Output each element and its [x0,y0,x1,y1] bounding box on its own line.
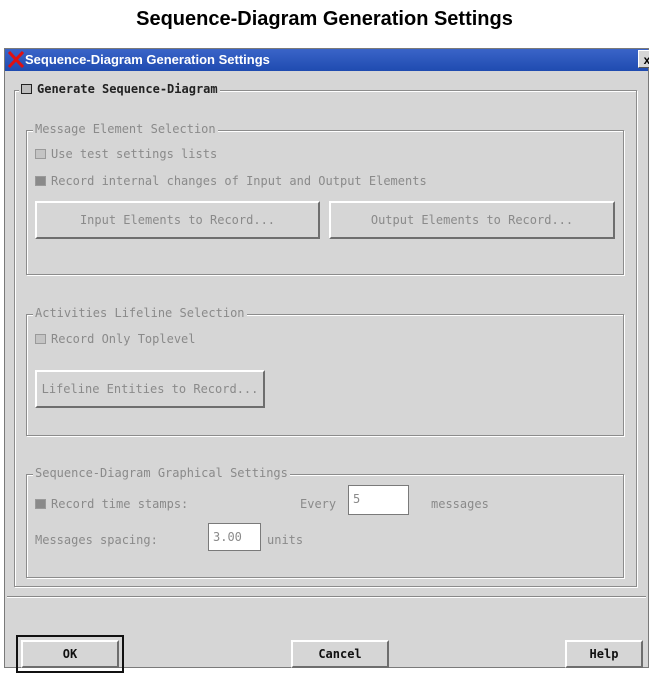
record-timestamps-box[interactable] [35,498,46,509]
record-internal-label: Record internal changes of Input and Out… [51,174,427,188]
ok-button[interactable]: OK [21,640,119,668]
record-timestamps-checkbox[interactable]: Record time stamps: [35,497,188,511]
record-toplevel-box[interactable] [35,333,46,344]
spacing-input[interactable]: 3.00 [208,523,261,551]
window-title: Sequence-Diagram Generation Settings [25,52,270,67]
output-elements-button[interactable]: Output Elements to Record... [329,201,615,239]
cancel-button[interactable]: Cancel [291,640,389,668]
record-toplevel-checkbox[interactable]: Record Only Toplevel [35,332,196,346]
generate-group: Generate Sequence-Diagram Message Elemen… [14,82,637,587]
lifeline-selection-legend: Activities Lifeline Selection [33,306,247,320]
units-label: units [267,533,304,547]
lifeline-selection-group: Activities Lifeline Selection Record Onl… [26,306,624,436]
use-test-settings-checkbox[interactable]: Use test settings lists [35,147,217,161]
generate-label: Generate Sequence-Diagram [37,82,218,96]
record-internal-checkbox[interactable]: Record internal changes of Input and Out… [35,174,427,188]
close-button[interactable]: x [638,50,649,68]
page-heading: Sequence-Diagram Generation Settings [136,8,513,30]
graphical-settings-group: Sequence-Diagram Graphical Settings Reco… [26,466,624,578]
graphical-settings-legend: Sequence-Diagram Graphical Settings [33,466,290,480]
lifeline-entities-button[interactable]: Lifeline Entities to Record... [35,370,265,408]
messages-label: messages [431,497,489,511]
title-bar[interactable]: Sequence-Diagram Generation Settings x [5,49,649,71]
record-internal-box[interactable] [35,175,46,186]
every-label: Every [300,497,337,511]
message-selection-group: Message Element Selection Use test setti… [26,122,624,275]
help-button[interactable]: Help [565,640,643,668]
input-elements-button[interactable]: Input Elements to Record... [35,201,320,239]
record-toplevel-label: Record Only Toplevel [51,332,196,346]
use-test-settings-box[interactable] [35,148,46,159]
generate-toggle[interactable]: Generate Sequence-Diagram [19,82,220,96]
record-timestamps-label: Record time stamps: [51,497,189,511]
use-test-settings-label: Use test settings lists [51,147,218,161]
x-window-logo-icon [8,51,24,68]
spacing-label: Messages spacing: [35,533,158,547]
settings-dialog: Sequence-Diagram Generation Settings x G… [4,48,649,673]
every-input[interactable]: 5 [348,485,409,515]
footer-separator [7,596,646,598]
message-selection-legend: Message Element Selection [33,122,218,136]
generate-checkbox[interactable] [21,83,32,94]
